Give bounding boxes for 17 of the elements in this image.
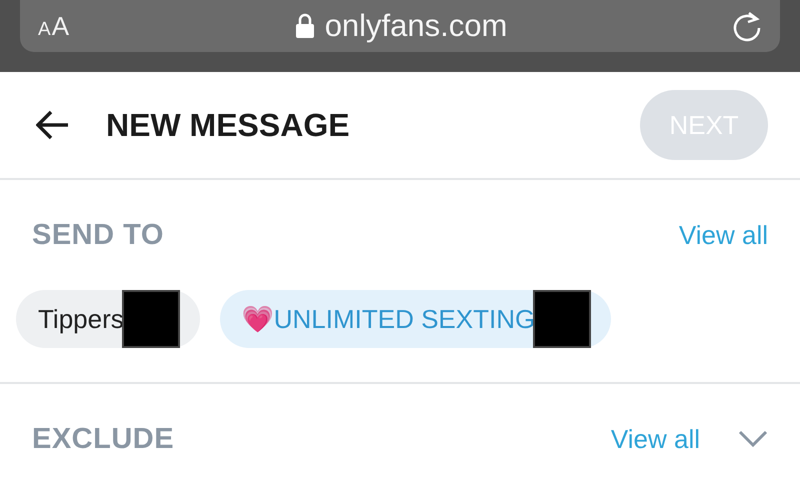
recipient-chip[interactable]: Tippers <box>16 290 200 348</box>
back-arrow-icon[interactable] <box>36 110 70 140</box>
reload-icon[interactable] <box>732 10 762 42</box>
view-all-link[interactable]: View all <box>610 424 700 454</box>
chip-label: Tippers <box>38 304 124 334</box>
recipient-chip[interactable]: 💗UNLIMITED SEXTING <box>220 290 612 348</box>
redaction-block <box>122 290 180 348</box>
section-title: EXCLUDE <box>32 422 176 456</box>
redaction-block <box>533 290 592 348</box>
view-all-link[interactable]: View all <box>678 220 768 250</box>
url-text[interactable]: onlyfans.com <box>324 8 508 44</box>
section-title: SEND TO <box>32 218 165 252</box>
text-size-button[interactable]: AA <box>38 10 70 42</box>
lock-icon <box>294 13 315 39</box>
chip-label: 💗UNLIMITED SEXTING <box>242 304 536 334</box>
page-title: NEW MESSAGE <box>106 106 351 144</box>
chevron-down-icon[interactable] <box>738 430 768 448</box>
